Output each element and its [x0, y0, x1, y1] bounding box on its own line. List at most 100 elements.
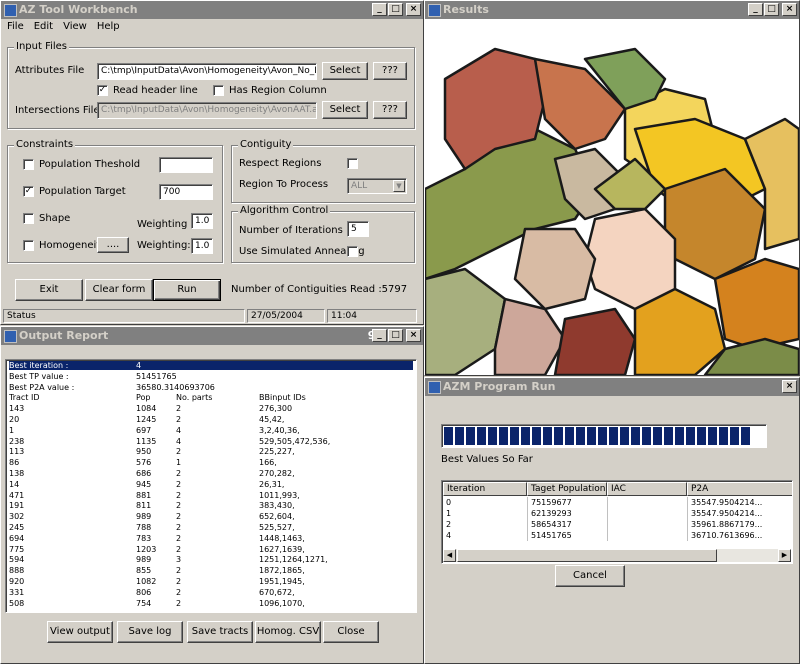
attributes-select-button[interactable]: Select — [322, 62, 368, 80]
menu-view[interactable]: View — [63, 19, 87, 35]
grid-cell[interactable]: 35547.9504214... — [687, 508, 792, 519]
grid-cell[interactable] — [607, 530, 687, 541]
pop-threshold-input[interactable] — [159, 157, 213, 173]
pop-target-checkbox[interactable]: ✓ — [23, 186, 34, 197]
grid-cell[interactable]: 2 — [443, 519, 527, 530]
read-header-checkbox[interactable]: ✓ — [97, 85, 108, 96]
minimize-button[interactable]: _ — [372, 329, 387, 342]
grid-cell[interactable]: 4 — [443, 530, 527, 541]
save-tracts-button[interactable]: Save tracts — [187, 621, 253, 643]
report-line[interactable]: 238 1135 4 529,505,472,536, — [9, 437, 413, 446]
intersections-qqq-button[interactable]: ??? — [373, 101, 407, 119]
region-map[interactable] — [425, 19, 799, 375]
report-line[interactable]: 302 989 2 652,604, — [9, 512, 413, 521]
grid-cell[interactable]: 35547.9504214... — [687, 497, 792, 508]
grid-cell[interactable]: 35961.8867179... — [687, 519, 792, 530]
shape-checkbox[interactable] — [23, 213, 34, 224]
col-iac[interactable]: IAC — [607, 482, 687, 496]
homog-csv-button[interactable]: Homog. CSV — [255, 621, 321, 643]
close-report-button[interactable]: Close — [323, 621, 379, 643]
program-run-titlebar[interactable]: AZM Program Run × — [425, 378, 799, 396]
report-line[interactable]: 143 1084 2 276,300 — [9, 404, 413, 413]
app-icon — [428, 381, 441, 394]
report-line[interactable]: Best TP value : 51451765 — [9, 372, 413, 381]
close-button[interactable]: × — [782, 380, 797, 393]
results-titlebar[interactable]: Results _ □ × — [425, 1, 799, 19]
report-line[interactable]: 14 945 2 26,31, — [9, 480, 413, 489]
report-line[interactable]: 245 788 2 525,527, — [9, 523, 413, 532]
pop-target-input[interactable]: 700 — [159, 184, 213, 200]
intersections-select-button[interactable]: Select — [322, 101, 368, 119]
cancel-button[interactable]: Cancel — [555, 565, 625, 587]
grid-cell[interactable]: 0 — [443, 497, 527, 508]
grid-cell[interactable]: 75159677 — [527, 497, 607, 508]
intersections-file-input[interactable]: C:\tmp\InputData\Avon\Homogeneity\AvonAA… — [97, 102, 317, 119]
report-textarea[interactable]: Best iteration : 4 Best TP value : 51451765… — [5, 359, 417, 613]
menu-file[interactable]: File — [7, 19, 24, 35]
report-line[interactable]: 113 950 2 225,227, — [9, 447, 413, 456]
attributes-file-input[interactable]: C:\tmp\InputData\Avon\Homogeneity\Avon_N… — [97, 63, 317, 80]
scroll-left-icon[interactable]: ◀ — [443, 549, 456, 562]
pop-threshold-checkbox[interactable] — [23, 159, 34, 170]
col-iteration[interactable]: Iteration — [443, 482, 527, 496]
report-line[interactable]: 508 754 2 1096,1070, — [9, 599, 413, 608]
report-line[interactable]: 86 576 1 166, — [9, 458, 413, 467]
menu-edit[interactable]: Edit — [34, 19, 53, 35]
report-line[interactable]: 471 881 2 1011,993, — [9, 491, 413, 500]
has-region-checkbox[interactable] — [213, 85, 224, 96]
workbench-titlebar[interactable]: AZ Tool Workbench _ □ × — [1, 1, 423, 19]
annealing-checkbox[interactable] — [347, 246, 358, 257]
minimize-button[interactable]: _ — [748, 3, 763, 16]
exit-button[interactable]: Exit — [15, 279, 83, 301]
report-line[interactable]: 20 1245 2 45,42, — [9, 415, 413, 424]
report-line[interactable]: 1 697 4 3,2,40,36, — [9, 426, 413, 435]
grid-hscrollbar[interactable]: ◀ ▶ — [443, 549, 791, 562]
chevron-down-icon[interactable]: ▼ — [393, 180, 405, 192]
region-select[interactable]: ALL ▼ — [347, 178, 407, 194]
report-line[interactable]: 694 783 2 1448,1463, — [9, 534, 413, 543]
close-button[interactable]: × — [406, 3, 421, 16]
output-report-titlebar[interactable]: Output Report 94 _ □ × — [1, 327, 423, 345]
homogeneity-checkbox[interactable] — [23, 240, 34, 251]
grid-cell[interactable]: 1 — [443, 508, 527, 519]
grid-cell[interactable] — [607, 508, 687, 519]
grid-cell[interactable] — [607, 519, 687, 530]
menu-help[interactable]: Help — [97, 19, 120, 35]
grid-cell[interactable]: 36710.7613696... — [687, 530, 792, 541]
report-line[interactable]: 138 686 2 270,282, — [9, 469, 413, 478]
col-p2a[interactable]: P2A — [687, 482, 792, 496]
grid-cell[interactable]: 62139293 — [527, 508, 607, 519]
report-line[interactable]: 775 1203 2 1627,1639, — [9, 545, 413, 554]
grid-cell[interactable] — [607, 497, 687, 508]
report-line[interactable]: 594 989 3 1251,1264,1271, — [9, 555, 413, 564]
report-line[interactable]: Best iteration : 4 — [9, 361, 413, 370]
run-button[interactable]: Run — [153, 279, 221, 301]
respect-regions-checkbox[interactable] — [347, 158, 358, 169]
grid-cell[interactable]: 58654317 — [527, 519, 607, 530]
clear-form-button[interactable]: Clear form — [85, 279, 153, 301]
maximize-button[interactable]: □ — [388, 329, 403, 342]
grid-cell[interactable]: 51451765 — [527, 530, 607, 541]
attributes-qqq-button[interactable]: ??? — [373, 62, 407, 80]
report-line[interactable]: Tract ID Pop No. parts BBinput IDs — [9, 393, 413, 402]
report-line[interactable]: 920 1082 2 1951,1945, — [9, 577, 413, 586]
report-line[interactable]: 331 806 2 670,672, — [9, 588, 413, 597]
homogeneity-ellipsis-button[interactable]: .... — [97, 237, 129, 253]
close-button[interactable]: × — [406, 329, 421, 342]
iterations-input[interactable]: 5 — [347, 221, 369, 237]
report-line[interactable]: Best P2A value : 36580.3140693706 — [9, 383, 413, 392]
maximize-button[interactable]: □ — [764, 3, 779, 16]
maximize-button[interactable]: □ — [388, 3, 403, 16]
report-line[interactable]: 888 855 2 1872,1865, — [9, 566, 413, 575]
view-output-button[interactable]: View output — [47, 621, 113, 643]
close-button[interactable]: × — [782, 3, 797, 16]
col-target-population[interactable]: Taget Population — [527, 482, 607, 496]
best-values-grid[interactable]: Iteration Taget Population IAC P2A 0 7515… — [441, 480, 793, 564]
minimize-button[interactable]: _ — [372, 3, 387, 16]
save-log-button[interactable]: Save log — [117, 621, 183, 643]
shape-weight-input[interactable]: 1.0 — [191, 213, 213, 229]
scroll-right-icon[interactable]: ▶ — [778, 549, 791, 562]
homog-weight-input[interactable]: 1.0 — [191, 238, 213, 254]
scroll-thumb[interactable] — [457, 549, 717, 562]
report-line[interactable]: 191 811 2 383,430, — [9, 501, 413, 510]
